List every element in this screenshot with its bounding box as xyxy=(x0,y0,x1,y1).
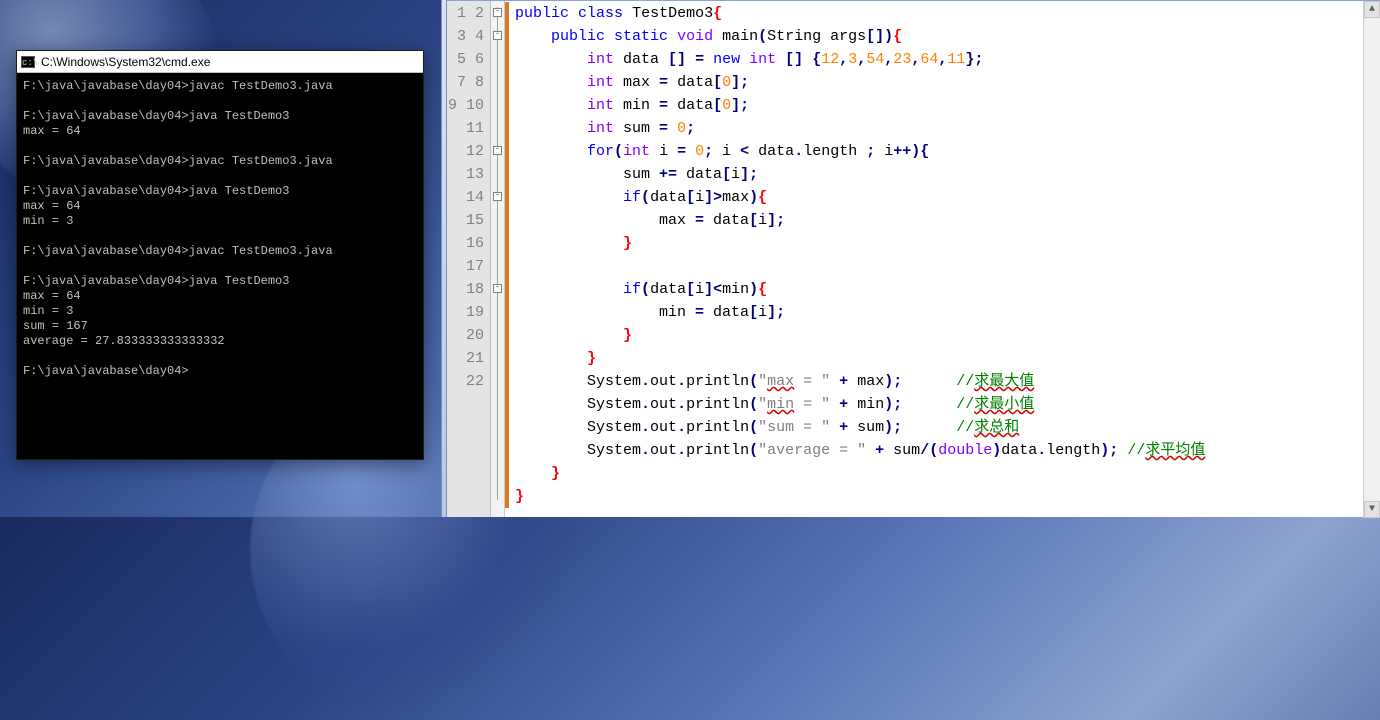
code-area[interactable]: public class TestDemo3{ public static vo… xyxy=(509,1,1380,517)
line-number-gutter: 1 2 3 4 5 6 7 8 9 10 11 12 13 14 15 16 1… xyxy=(447,1,491,517)
fold-toggle-icon[interactable] xyxy=(493,8,502,17)
window-title: C:\Windows\System32\cmd.exe xyxy=(41,56,210,68)
vertical-scrollbar[interactable]: ▲ ▼ xyxy=(1363,1,1380,518)
window-titlebar[interactable]: c:\ C:\Windows\System32\cmd.exe xyxy=(17,51,423,73)
command-prompt-window[interactable]: c:\ C:\Windows\System32\cmd.exe F:\java\… xyxy=(16,50,424,460)
cmd-icon: c:\ xyxy=(21,56,35,68)
fold-toggle-icon[interactable] xyxy=(493,192,502,201)
scrollbar-track[interactable] xyxy=(1364,18,1380,501)
fold-toggle-icon[interactable] xyxy=(493,284,502,293)
code-editor[interactable]: 1 2 3 4 5 6 7 8 9 10 11 12 13 14 15 16 1… xyxy=(447,0,1380,517)
scroll-down-arrow-icon[interactable]: ▼ xyxy=(1364,501,1380,518)
change-marker-column xyxy=(505,1,509,517)
fold-column[interactable] xyxy=(491,1,505,517)
fold-toggle-icon[interactable] xyxy=(493,146,502,155)
console-output[interactable]: F:\java\javabase\day04>javac TestDemo3.j… xyxy=(17,73,423,459)
scroll-up-arrow-icon[interactable]: ▲ xyxy=(1364,1,1380,18)
fold-toggle-icon[interactable] xyxy=(493,31,502,40)
